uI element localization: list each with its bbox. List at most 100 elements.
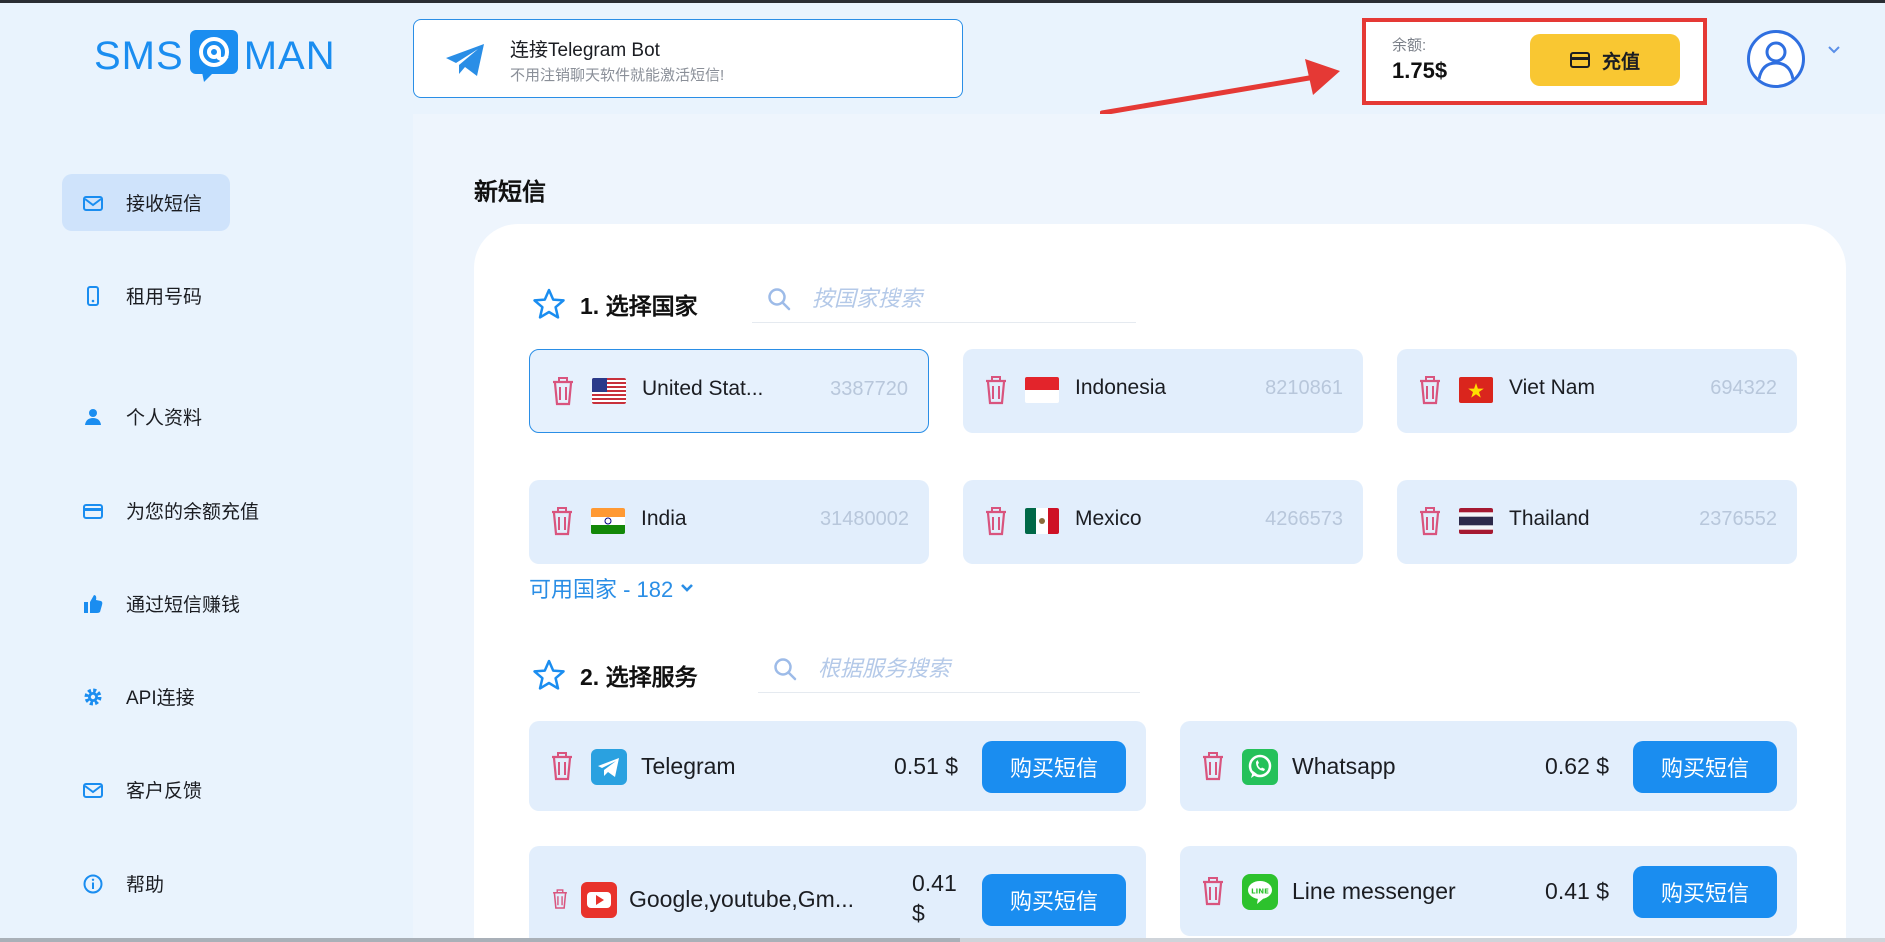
country-count: 694322 xyxy=(1710,377,1777,399)
sidebar-item-label: 帮助 xyxy=(126,875,165,896)
balance-panel: 余额: 1.75$ 充值 xyxy=(1362,18,1707,105)
telegram-banner-title: 连接Telegram Bot xyxy=(510,40,660,61)
buy-sms-button[interactable]: 购买短信 xyxy=(1633,866,1777,918)
service-card-line[interactable]: LINE Line messenger 0.41 $ 购买短信 xyxy=(1180,846,1797,936)
sidebar-item-label: 个人资料 xyxy=(126,408,203,429)
thumbs-up-icon xyxy=(82,593,104,615)
sidebar-item-rent-number[interactable]: 租用号码 xyxy=(62,267,202,324)
logo[interactable]: SMS MAN xyxy=(94,28,336,84)
person-icon xyxy=(82,406,104,428)
balance-amount: 1.75$ xyxy=(1392,58,1448,83)
country-card-thailand[interactable]: Thailand 2376552 xyxy=(1397,480,1797,564)
chevron-down-icon[interactable] xyxy=(1826,42,1842,58)
country-card-mexico[interactable]: Mexico 4266573 xyxy=(963,480,1363,564)
country-name: United Stat... xyxy=(642,377,764,400)
service-card-google[interactable]: Google,youtube,Gm... 0.41 $ 购买短信 xyxy=(529,846,1146,942)
sidebar-item-feedback[interactable]: 客户反馈 xyxy=(62,761,202,818)
user-avatar-icon xyxy=(1757,41,1795,80)
service-price-value: 0.41 xyxy=(912,870,957,896)
country-count: 4266573 xyxy=(1265,508,1343,530)
service-price: 0.62 $ xyxy=(1545,753,1609,779)
trash-icon[interactable] xyxy=(1417,375,1443,405)
us-flag-icon xyxy=(592,378,626,404)
buy-sms-button[interactable]: 购买短信 xyxy=(982,874,1126,926)
sidebar-item-topup[interactable]: 为您的余额充值 xyxy=(62,482,259,539)
mx-flag-icon xyxy=(1025,508,1059,534)
trash-icon[interactable] xyxy=(1200,876,1226,906)
sidebar-item-profile[interactable]: 个人资料 xyxy=(62,388,202,445)
sidebar-item-label: 通过短信赚钱 xyxy=(126,595,241,616)
country-count: 8210861 xyxy=(1265,377,1343,399)
logo-text-left: SMS xyxy=(94,33,184,78)
service-price: 0.41 $ xyxy=(1545,878,1609,904)
buy-sms-button[interactable]: 购买短信 xyxy=(982,741,1126,793)
telegram-plane-icon xyxy=(446,44,484,76)
service-card-whatsapp[interactable]: Whatsapp 0.62 $ 购买短信 xyxy=(1180,721,1797,811)
service-card-telegram[interactable]: Telegram 0.51 $ 购买短信 xyxy=(529,721,1146,811)
country-section-heading: 1. 选择国家 xyxy=(532,287,698,321)
search-icon xyxy=(768,287,791,310)
phone-icon xyxy=(82,285,104,307)
logo-text-right: MAN xyxy=(243,33,336,78)
country-name: Mexico xyxy=(1075,507,1142,530)
star-icon[interactable] xyxy=(532,658,566,692)
topup-button[interactable]: 充值 xyxy=(1530,34,1680,86)
credit-card-icon xyxy=(1569,52,1590,68)
service-price-currency: $ xyxy=(912,900,925,926)
horizontal-scrollbar[interactable] xyxy=(0,938,1885,942)
gear-icon xyxy=(82,686,104,708)
buy-sms-button[interactable]: 购买短信 xyxy=(1633,741,1777,793)
available-countries-label: 可用国家 - 182 xyxy=(529,577,674,602)
sidebar-item-api[interactable]: API连接 xyxy=(62,668,195,725)
country-card-viet-nam[interactable]: Viet Nam 694322 xyxy=(1397,349,1797,433)
telegram-icon xyxy=(591,749,627,785)
trash-icon[interactable] xyxy=(549,506,575,536)
country-card-united-states[interactable]: United Stat... 3387720 xyxy=(529,349,929,433)
user-avatar[interactable] xyxy=(1747,30,1805,88)
trash-icon[interactable] xyxy=(1200,751,1226,781)
service-search[interactable] xyxy=(758,645,1140,693)
country-name: Viet Nam xyxy=(1509,376,1595,399)
trash-icon[interactable] xyxy=(550,376,576,406)
trash-icon[interactable] xyxy=(983,506,1009,536)
trash-icon[interactable] xyxy=(983,375,1009,405)
search-icon xyxy=(774,657,797,680)
service-name: Telegram xyxy=(641,753,736,779)
country-card-indonesia[interactable]: Indonesia 8210861 xyxy=(963,349,1363,433)
star-icon[interactable] xyxy=(532,287,566,321)
sidebar-item-label: 租用号码 xyxy=(126,287,203,308)
country-count: 31480002 xyxy=(820,508,909,530)
country-card-india[interactable]: India 31480002 xyxy=(529,480,929,564)
scrollbar-thumb[interactable] xyxy=(0,938,960,942)
topup-label: 充值 xyxy=(1601,51,1640,73)
country-search[interactable] xyxy=(752,275,1136,323)
telegram-bot-banner[interactable]: 连接Telegram Bot 不用注销聊天软件就能激活短信! xyxy=(413,19,963,98)
country-name: Thailand xyxy=(1509,507,1590,530)
country-name: India xyxy=(641,507,687,530)
card-icon xyxy=(82,500,104,522)
trash-icon[interactable] xyxy=(1417,506,1443,536)
sidebar-item-label: API连接 xyxy=(126,688,195,709)
country-search-input[interactable] xyxy=(812,285,1092,312)
info-icon xyxy=(82,873,104,895)
service-search-input[interactable] xyxy=(818,655,1098,682)
sidebar-item-label: 接收短信 xyxy=(126,194,203,215)
service-price: 0.51 $ xyxy=(894,753,958,779)
svg-text:LINE: LINE xyxy=(1251,888,1269,896)
logo-at-icon xyxy=(188,28,240,84)
whatsapp-icon xyxy=(1242,749,1278,785)
id-flag-icon xyxy=(1025,377,1059,403)
available-countries-toggle[interactable]: 可用国家 - 182 xyxy=(529,572,695,604)
service-section-title: 2. 选择服务 xyxy=(580,664,698,690)
trash-icon[interactable] xyxy=(551,888,569,910)
balance-label: 余额: xyxy=(1392,37,1427,54)
sidebar-item-receive-sms[interactable]: 接收短信 xyxy=(62,174,230,231)
vn-flag-icon xyxy=(1459,377,1493,403)
sidebar-item-earn[interactable]: 通过短信赚钱 xyxy=(62,575,240,632)
trash-icon[interactable] xyxy=(549,751,575,781)
service-name: Google,youtube,Gm... xyxy=(629,886,855,912)
country-section-title: 1. 选择国家 xyxy=(580,293,698,319)
sidebar-item-label: 为您的余额充值 xyxy=(126,502,260,523)
sidebar-item-help[interactable]: 帮助 xyxy=(62,855,164,912)
service-section-heading: 2. 选择服务 xyxy=(532,658,698,692)
